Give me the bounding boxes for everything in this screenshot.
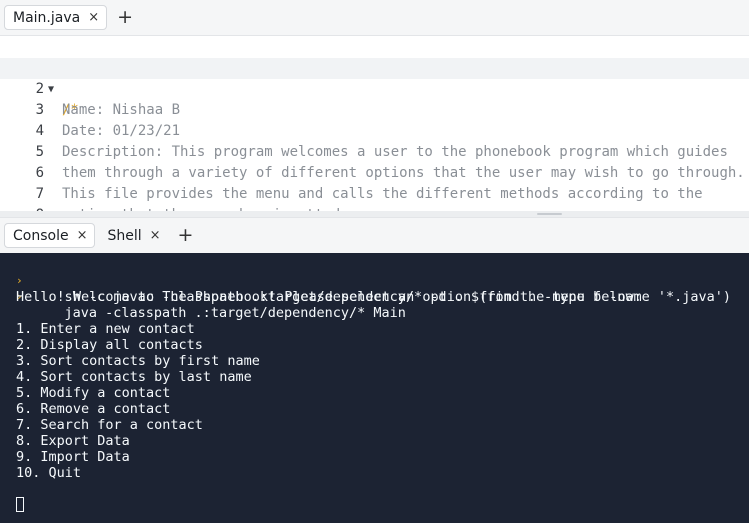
close-icon[interactable]: × xyxy=(150,228,161,243)
code-line: 7 option that the user has inputted. xyxy=(0,163,749,223)
add-tab-icon[interactable]: + xyxy=(117,8,133,27)
code-line: 2 Name: Nishaa B xyxy=(0,58,749,118)
tab-shell[interactable]: Shell × xyxy=(99,223,167,248)
output-line: 9. Import Data xyxy=(16,449,130,465)
console-output[interactable]: › sh -c javac -classpath .:target/depend… xyxy=(0,253,749,523)
editor-tab-bar: Main.java × + xyxy=(0,0,749,36)
code-line: 1 ▼ /* xyxy=(0,37,749,118)
terminal-cursor[interactable] xyxy=(16,497,24,512)
tab-label: Main.java xyxy=(13,9,81,26)
console-tab-bar: Console × Shell × + xyxy=(0,217,749,253)
splitter-grip-icon[interactable] xyxy=(537,213,562,215)
output-line: 8. Export Data xyxy=(16,433,130,449)
tab-console[interactable]: Console × xyxy=(4,223,96,248)
command-line: › java -classpath .:target/dependency/* … xyxy=(0,273,749,321)
output-line: 10. Quit xyxy=(16,465,82,481)
code-line: 3 Date: 01/23/21 xyxy=(0,79,749,139)
code-line: 8 */ xyxy=(0,184,749,244)
output-line: 4. Sort contacts by last name xyxy=(16,369,252,385)
output-line: 2. Display all contacts xyxy=(16,337,203,353)
output-line: Hello! Welcome to The Phonebook! Please … xyxy=(16,289,642,305)
code-line: 4 Description: This program welcomes a u… xyxy=(0,100,749,160)
add-tab-icon[interactable]: + xyxy=(178,226,194,245)
code-line: 5 them through a variety of different op… xyxy=(0,121,749,181)
code-line: 6 This file provides the menu and calls … xyxy=(0,142,749,202)
tab-label: Console xyxy=(13,227,69,244)
tab-label: Shell xyxy=(107,227,142,244)
close-icon[interactable]: × xyxy=(77,228,88,243)
command-line: › sh -c javac -classpath .:target/depend… xyxy=(0,257,749,305)
output-line: 7. Search for a contact xyxy=(16,417,203,433)
output-line: 6. Remove a contact xyxy=(16,401,171,417)
output-line: 3. Sort contacts by first name xyxy=(16,353,260,369)
code-editor[interactable]: 1 ▼ /* 2 Name: Nishaa B 3 Date: 01/23/21… xyxy=(0,37,749,244)
output-line: 1. Enter a new contact xyxy=(16,321,195,337)
output-line: 5. Modify a contact xyxy=(16,385,171,401)
close-icon[interactable]: × xyxy=(88,10,99,25)
tab-main-java[interactable]: Main.java × xyxy=(4,5,108,30)
